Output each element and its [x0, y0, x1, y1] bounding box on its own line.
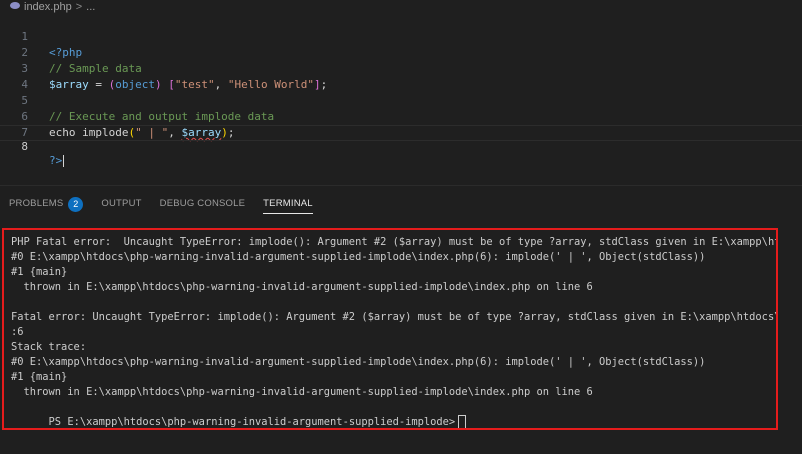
terminal-line: #0 E:\xampp\htdocs\php-warning-invalid-a…	[11, 251, 706, 263]
breadcrumb-ellipsis[interactable]: ...	[86, 1, 95, 13]
terminal-line: #1 {main}	[11, 266, 68, 278]
terminal-prompt-line[interactable]: PS E:\xampp\htdocs\php-warning-invalid-a…	[11, 400, 467, 428]
code-line[interactable]: 7	[0, 109, 802, 139]
terminal-line: PHP Fatal error: Uncaught TypeError: imp…	[11, 236, 778, 248]
panel-tabs: PROBLEMS 2 OUTPUT DEBUG CONSOLE TERMINAL	[0, 186, 802, 222]
text-cursor	[63, 155, 65, 167]
breadcrumb: index.php > ...	[0, 0, 802, 13]
code-line[interactable]: 3 $array = (object) ["test", "Hello Worl…	[0, 45, 802, 91]
breadcrumb-file[interactable]: index.php	[24, 1, 72, 13]
terminal-line: Stack trace:	[11, 341, 87, 353]
php-close-tag: ?>	[49, 154, 63, 167]
code-text[interactable]: ?>	[49, 154, 65, 168]
terminal-line: thrown in E:\xampp\htdocs\php-warning-in…	[11, 386, 593, 398]
code-line[interactable]: 4	[0, 61, 802, 91]
terminal-line: Fatal error: Uncaught TypeError: implode…	[11, 311, 778, 323]
terminal-prompt: PS E:\xampp\htdocs\php-warning-invalid-a…	[48, 416, 456, 428]
code-line[interactable]: 6 echo implode(" | ", $array);	[0, 93, 802, 139]
tab-output[interactable]: OUTPUT	[101, 186, 141, 222]
tab-label: OUTPUT	[101, 198, 142, 209]
code-line-current[interactable]: 8 ?>	[0, 125, 802, 167]
chevron-right-icon: >	[75, 0, 83, 13]
terminal-output[interactable]: PHP Fatal error: Uncaught TypeError: imp…	[2, 228, 778, 430]
code-line[interactable]: 5 // Execute and output implode data	[0, 77, 802, 123]
terminal-cursor	[458, 415, 467, 428]
php-file-icon	[10, 2, 20, 9]
code-line[interactable]: 2 // Sample data	[0, 29, 802, 75]
tab-debug-console[interactable]: DEBUG CONSOLE	[160, 186, 245, 222]
terminal-line: #0 E:\xampp\htdocs\php-warning-invalid-a…	[11, 356, 706, 368]
code-editor[interactable]: 1 <?php 2 // Sample data 3 $array = (obj…	[0, 13, 802, 183]
tab-label: PROBLEMS	[9, 198, 64, 209]
terminal-line: #1 {main}	[11, 371, 68, 383]
tab-problems[interactable]: PROBLEMS 2	[9, 186, 84, 222]
code-line[interactable]: 1 <?php	[0, 13, 802, 59]
bottom-panel: PROBLEMS 2 OUTPUT DEBUG CONSOLE TERMINAL…	[0, 185, 802, 454]
problems-count-badge: 2	[68, 196, 84, 212]
tab-terminal[interactable]: TERMINAL	[263, 186, 313, 222]
tab-label: DEBUG CONSOLE	[159, 198, 246, 209]
line-number: 8	[21, 140, 28, 153]
tab-label: TERMINAL	[263, 198, 313, 209]
terminal-line: thrown in E:\xampp\htdocs\php-warning-in…	[11, 281, 593, 293]
terminal-line: :6	[11, 326, 24, 338]
